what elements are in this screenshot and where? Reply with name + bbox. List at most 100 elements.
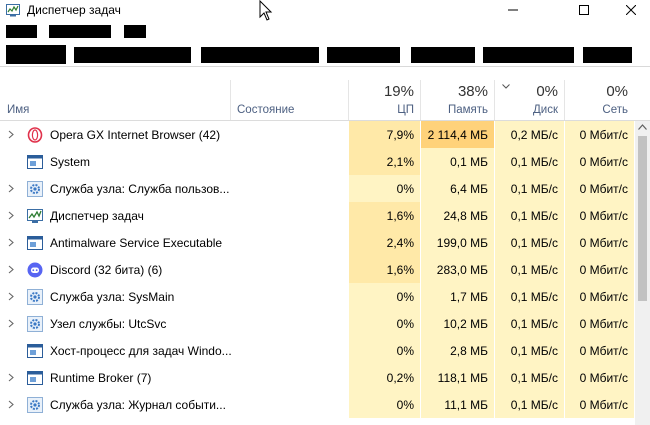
network-cell: 0 Мбит/с (564, 283, 634, 310)
process-name: Antimalware Service Executable (50, 236, 223, 250)
process-name: System (50, 155, 91, 169)
maximize-icon (579, 5, 589, 15)
cpu-cell: 2,4% (348, 229, 420, 256)
process-row[interactable]: Служба узла: SysMain 0% 1,7 МБ 0,1 МБ/с 0 Мб… (0, 283, 650, 310)
mouse-cursor-icon (259, 0, 273, 21)
disk-label: Диск (533, 104, 558, 116)
cpu-cell: 0% (348, 337, 420, 364)
window-title: Диспетчер задач (27, 3, 121, 17)
column-status-label: Состояние (237, 104, 295, 116)
column-header-network[interactable]: 0% Сеть (564, 80, 635, 120)
expand-chevron-icon[interactable] (8, 373, 14, 382)
system-window-icon (27, 343, 43, 359)
network-cell: 0 Мбит/с (564, 310, 634, 337)
expand-chevron-icon[interactable] (8, 238, 14, 247)
expand-chevron-icon[interactable] (8, 211, 14, 220)
memory-cell: 283,0 МБ (420, 256, 494, 283)
service-gear-icon (27, 181, 43, 197)
column-header-memory[interactable]: 38% Память (420, 80, 495, 120)
disk-cell: 0,1 МБ/с (494, 148, 564, 175)
column-header-name[interactable]: Имя (0, 80, 230, 120)
disk-cell: 0,1 МБ/с (494, 175, 564, 202)
tab-redacted[interactable] (411, 47, 475, 63)
expand-chevron-icon[interactable] (8, 265, 14, 274)
network-cell: 0 Мбит/с (564, 148, 634, 175)
process-name: Диспетчер задач (50, 209, 144, 223)
menu-item-redacted[interactable] (49, 25, 111, 38)
tab-processes[interactable] (6, 45, 66, 64)
memory-cell: 0,1 МБ (420, 148, 494, 175)
tab-redacted[interactable] (74, 47, 191, 63)
disk-cell: 0,1 МБ/с (494, 229, 564, 256)
minimize-icon (508, 9, 518, 11)
process-row[interactable]: Узел службы: UtcSvc 0% 10,2 МБ 0,1 МБ/с 0 Мб… (0, 310, 650, 337)
minimize-button[interactable] (490, 0, 536, 20)
service-gear-icon (27, 397, 43, 413)
vertical-scrollbar[interactable] (635, 121, 650, 425)
disk-cell: 0,1 МБ/с (494, 364, 564, 391)
tab-bar (0, 44, 650, 67)
task-manager-icon (27, 208, 43, 224)
network-cell: 0 Мбит/с (564, 364, 634, 391)
memory-cell: 2,8 МБ (420, 337, 494, 364)
disk-cell: 0,1 МБ/с (494, 202, 564, 229)
system-window-icon (27, 154, 43, 170)
scrollbar-thumb[interactable] (638, 136, 647, 301)
column-header-cpu[interactable]: 19% ЦП (348, 80, 421, 120)
close-icon (626, 5, 636, 15)
cpu-cell: 0,2% (348, 364, 420, 391)
disk-cell: 0,1 МБ/с (494, 283, 564, 310)
expand-chevron-icon[interactable] (8, 400, 14, 409)
close-button[interactable] (608, 0, 650, 20)
network-label: Сеть (602, 104, 628, 116)
network-cell: 0 Мбит/с (564, 337, 634, 364)
expand-chevron-icon[interactable] (8, 319, 14, 328)
expand-chevron-icon[interactable] (8, 130, 14, 139)
memory-cell: 6,4 МБ (420, 175, 494, 202)
column-header-row: Имя Состояние 19% ЦП 38% Память 0% Диск … (0, 80, 650, 121)
sort-chevron-icon (502, 84, 510, 89)
column-header-status[interactable]: Состояние (230, 80, 349, 120)
network-total-percent: 0% (606, 83, 628, 100)
process-row[interactable]: Хост-процесс для задач Windo... 0% 2,8 МБ 0… (0, 337, 650, 364)
tab-redacted[interactable] (201, 47, 319, 63)
process-name: Служба узла: Служба пользов... (50, 182, 230, 196)
process-row[interactable]: Opera GX Internet Browser (42) 7,9% 2 114,… (0, 121, 650, 148)
process-name: Узел службы: UtcSvc (50, 317, 167, 331)
cpu-cell: 0% (348, 391, 420, 418)
network-cell: 0 Мбит/с (564, 202, 634, 229)
system-window-icon (27, 370, 43, 386)
tab-redacted[interactable] (583, 47, 632, 63)
scroll-up-arrow-icon[interactable] (638, 124, 647, 130)
cpu-cell: 1,6% (348, 202, 420, 229)
network-cell: 0 Мбит/с (564, 256, 634, 283)
process-row[interactable]: System 2,1% 0,1 МБ 0,1 МБ/с 0 Мбит/с (0, 148, 650, 175)
process-row[interactable]: Runtime Broker (7) 0,2% 118,1 МБ 0,1 МБ/с 0 … (0, 364, 650, 391)
menu-item-redacted[interactable] (124, 25, 146, 38)
process-row[interactable]: Служба узла: Служба пользов... 0% 6,4 МБ 0,… (0, 175, 650, 202)
memory-cell: 1,7 МБ (420, 283, 494, 310)
disk-cell: 0,1 МБ/с (494, 256, 564, 283)
memory-cell: 118,1 МБ (420, 364, 494, 391)
process-row[interactable]: Диспетчер задач 1,6% 24,8 МБ 0,1 МБ/с 0 Мбит… (0, 202, 650, 229)
expand-chevron-icon[interactable] (8, 184, 14, 193)
tab-redacted[interactable] (327, 47, 400, 63)
discord-icon (27, 262, 43, 278)
menu-item-redacted[interactable] (6, 25, 37, 38)
process-row[interactable]: Discord (32 бита) (6) 1,6% 283,0 МБ 0,1 МБ/… (0, 256, 650, 283)
maximize-button[interactable] (561, 0, 607, 20)
tab-redacted[interactable] (483, 47, 574, 63)
cpu-total-percent: 19% (383, 83, 414, 100)
memory-cell: 10,2 МБ (420, 310, 494, 337)
cpu-label: ЦП (397, 104, 414, 116)
title-bar: Диспетчер задач (0, 0, 650, 20)
memory-cell: 24,8 МБ (420, 202, 494, 229)
process-row[interactable]: Служба узла: Журнал событи... 0% 11,1 МБ 0,… (0, 391, 650, 418)
expand-chevron-icon[interactable] (8, 292, 14, 301)
process-row[interactable]: Antimalware Service Executable 2,4% 199,0 … (0, 229, 650, 256)
process-name: Хост-процесс для задач Windo... (50, 344, 232, 358)
cpu-cell: 0% (348, 175, 420, 202)
process-name: Opera GX Internet Browser (42) (50, 128, 221, 142)
memory-cell: 2 114,4 МБ (420, 121, 494, 148)
cpu-cell: 0% (348, 310, 420, 337)
